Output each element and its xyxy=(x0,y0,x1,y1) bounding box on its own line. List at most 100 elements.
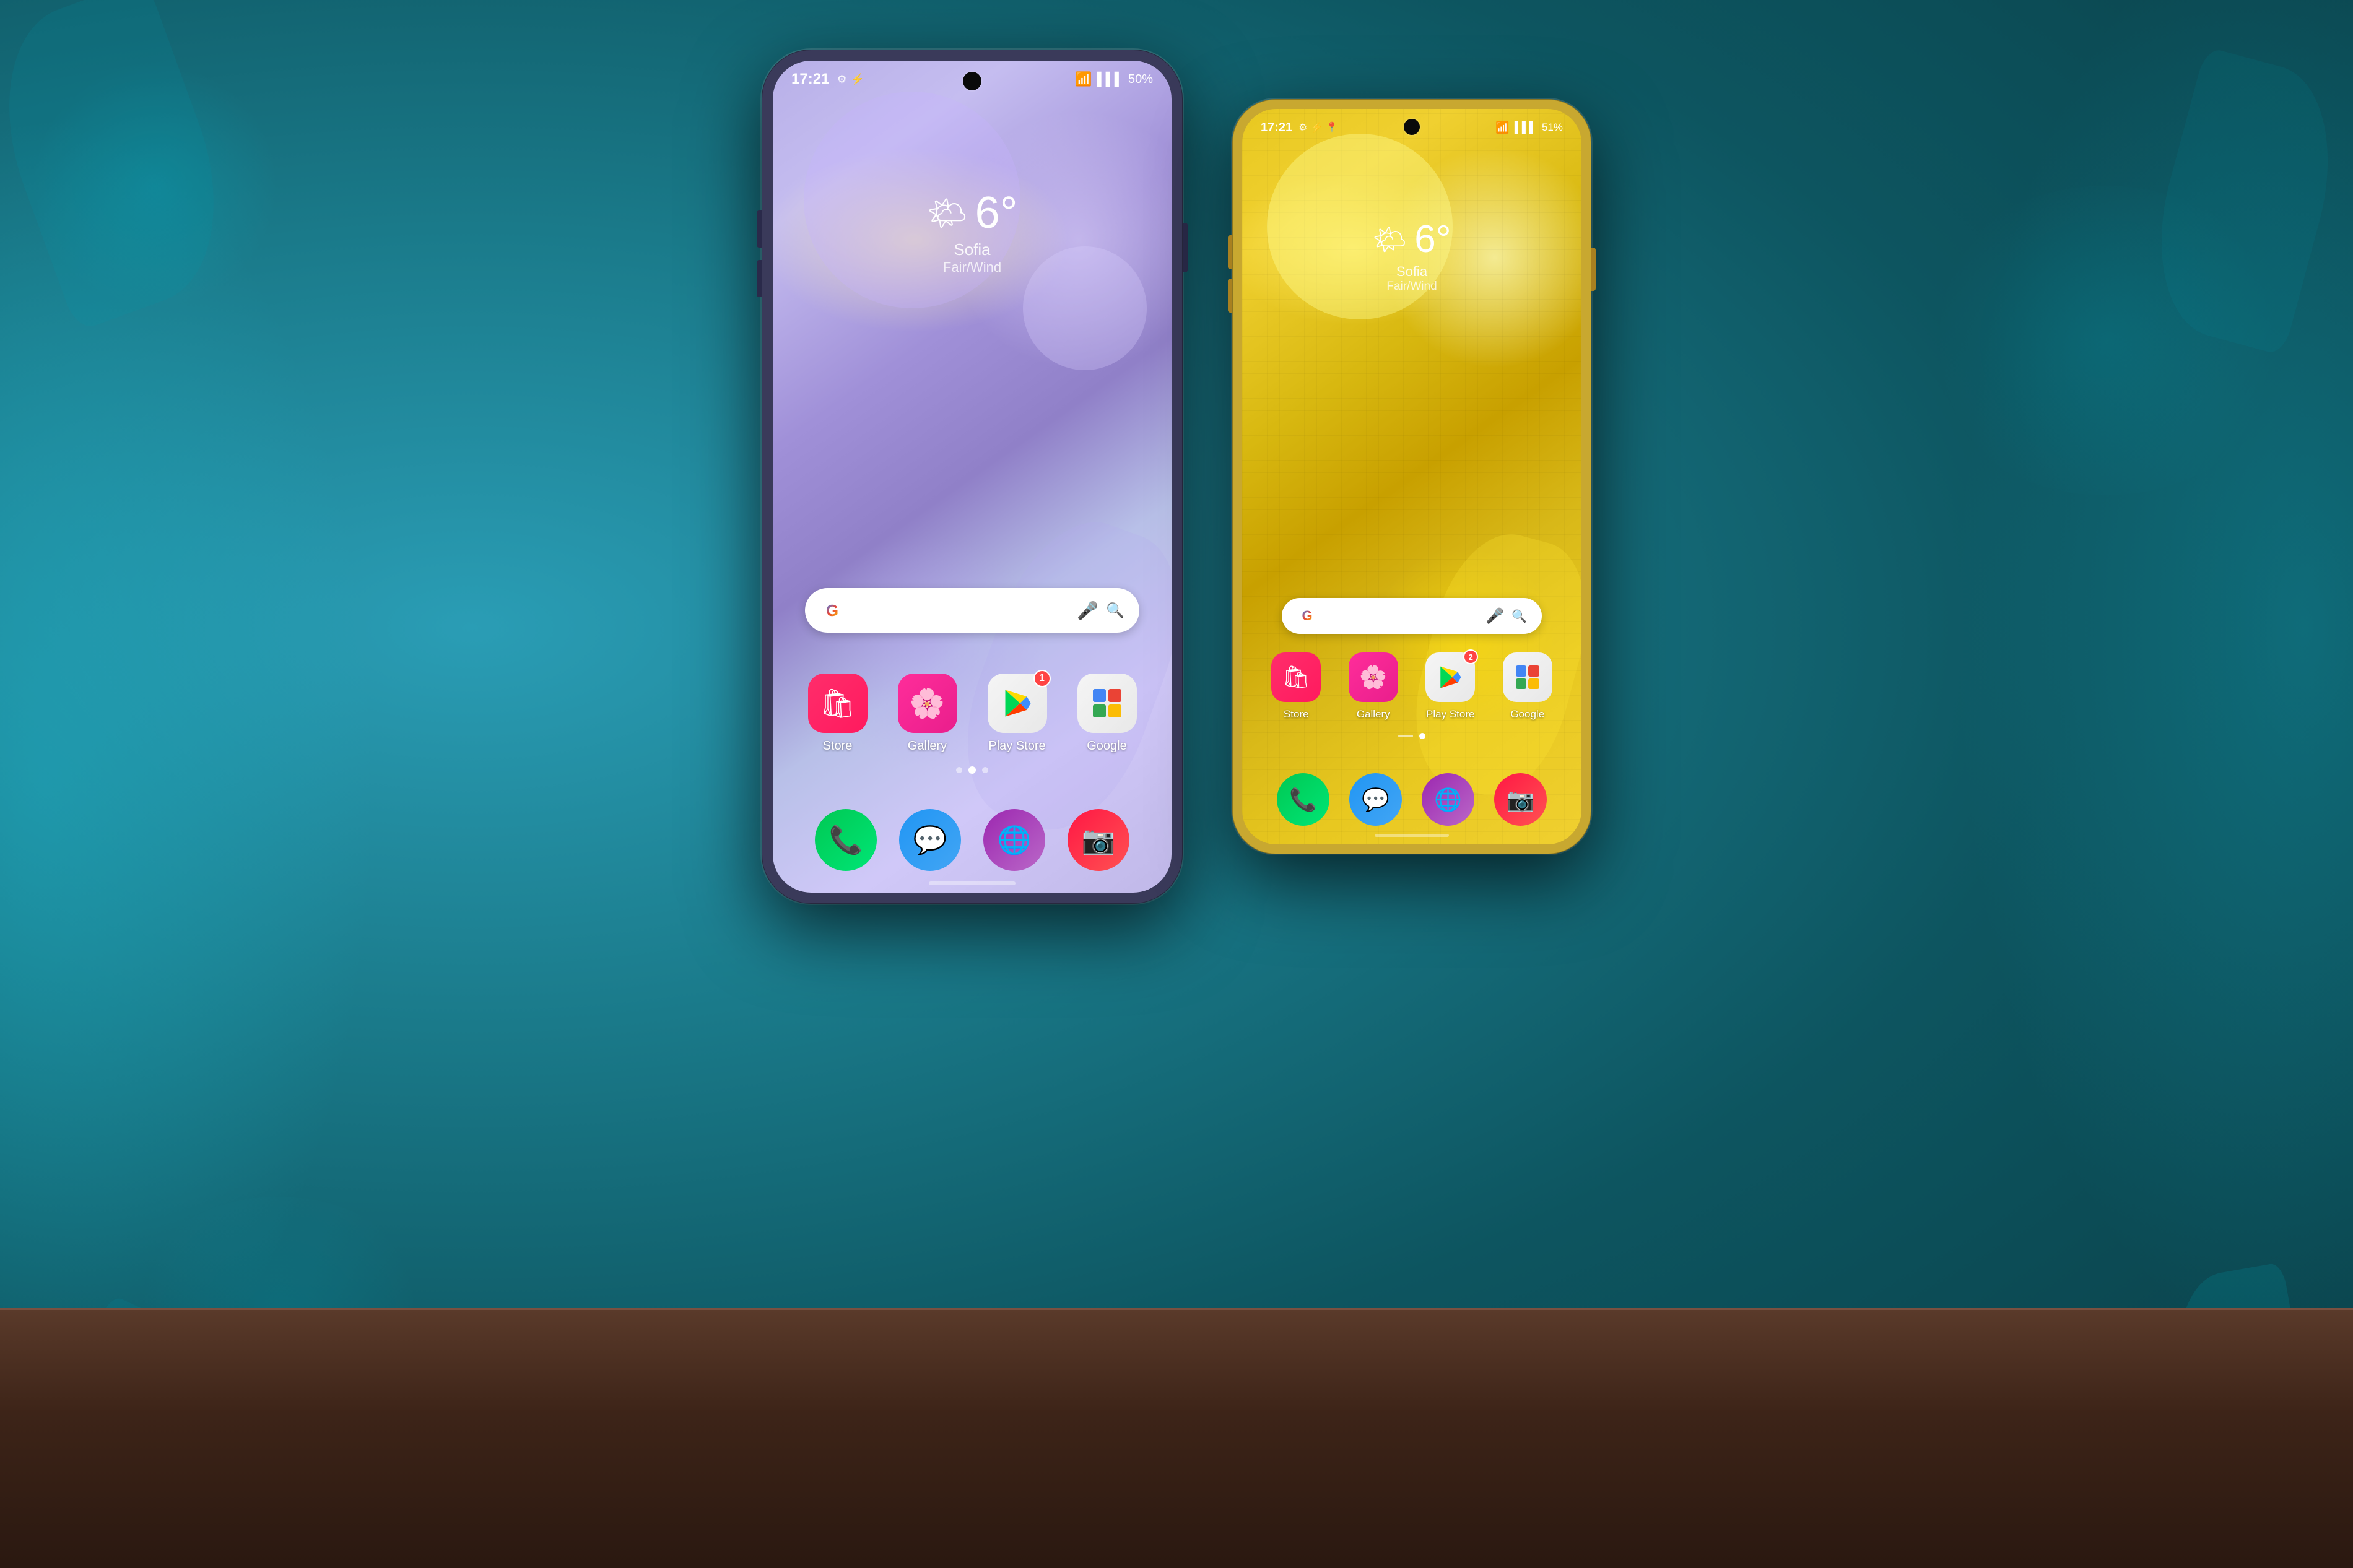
wallpaper-decoration xyxy=(1023,246,1147,370)
google-icon-left[interactable] xyxy=(1077,674,1137,733)
status-settings-icon-r: ⚙ xyxy=(1298,121,1307,134)
weather-icon-left: 🌤 xyxy=(927,194,968,232)
dock-camera-right[interactable]: 📷 xyxy=(1494,773,1547,826)
app-store-right[interactable]: 🛍 Store xyxy=(1262,652,1331,721)
mic-icon-left[interactable]: 🎤 xyxy=(1077,600,1098,621)
playstore-svg-right xyxy=(1437,664,1463,690)
app-playstore-right[interactable]: 2 Play Store xyxy=(1416,652,1485,721)
signal-icon: ▌▌▌ xyxy=(1097,72,1123,87)
lens-icon-left[interactable]: 🔍 xyxy=(1106,602,1124,620)
dock-phone-right[interactable]: 📞 xyxy=(1277,773,1329,826)
gallery-flower-icon-r: 🌸 xyxy=(1359,664,1387,690)
google-icon-right[interactable] xyxy=(1503,652,1552,702)
app-grid-right: 🛍 Store 🌸 Gallery xyxy=(1242,652,1581,721)
dock-messages-right[interactable]: 💬 xyxy=(1349,773,1402,826)
messages-icon-right[interactable]: 💬 xyxy=(1349,773,1402,826)
app-gallery-left[interactable]: 🌸 Gallery xyxy=(887,674,967,753)
phone-left: 17:21 ⚙ ⚡ 📶 ▌▌▌ 50% 🌤 6° Sofia xyxy=(762,50,1183,904)
page-dots-right xyxy=(1398,733,1425,739)
app-gallery-right[interactable]: 🌸 Gallery xyxy=(1339,652,1408,721)
wallpaper-purple: 17:21 ⚙ ⚡ 📶 ▌▌▌ 50% 🌤 6° Sofia xyxy=(773,61,1172,893)
weather-row-r: 🌤 6° xyxy=(1372,220,1451,259)
gallery-flower-icon: 🌸 xyxy=(910,687,945,721)
weather-row: 🌤 6° xyxy=(927,191,1018,235)
phones-container: 17:21 ⚙ ⚡ 📶 ▌▌▌ 50% 🌤 6° Sofia xyxy=(762,50,1591,904)
google-cell xyxy=(1108,704,1121,717)
app-google-left[interactable]: Google xyxy=(1067,674,1147,753)
google-cell xyxy=(1108,689,1121,702)
weather-condition-right: Fair/Wind xyxy=(1372,280,1451,293)
phone-icon-left[interactable]: 📞 xyxy=(815,809,877,871)
store-bag-icon-r: 🛍 xyxy=(1282,664,1310,690)
google-grid-left xyxy=(1093,689,1121,717)
google-cell-r xyxy=(1516,678,1527,690)
google-cell-r xyxy=(1528,678,1539,690)
volume-up-button xyxy=(757,210,762,248)
weather-city-left: Sofia xyxy=(927,240,1018,259)
camera-icon-right[interactable]: 📷 xyxy=(1494,773,1547,826)
status-location-icon-r: 📍 xyxy=(1326,121,1338,134)
phone-icon-right[interactable]: 📞 xyxy=(1277,773,1329,826)
power-button xyxy=(1183,223,1188,272)
playstore-badge-left: 1 xyxy=(1033,670,1051,687)
store-icon-left[interactable]: 🛍 xyxy=(808,674,868,733)
dock-internet-right[interactable]: 🌐 xyxy=(1422,773,1474,826)
battery-left: 50% xyxy=(1128,72,1153,87)
app-google-right[interactable]: Google xyxy=(1494,652,1562,721)
weather-icon-right: 🌤 xyxy=(1372,223,1407,256)
gallery-label-right: Gallery xyxy=(1357,708,1390,721)
mic-icon-right[interactable]: 🎤 xyxy=(1485,607,1504,625)
page-dots-left xyxy=(956,766,988,774)
status-settings-icon: ⚙ xyxy=(837,73,846,86)
lens-icon-right[interactable]: 🔍 xyxy=(1511,609,1527,624)
gallery-label-left: Gallery xyxy=(908,739,947,753)
store-bag-icon: 🛍 xyxy=(819,687,855,721)
phone-left-screen: 17:21 ⚙ ⚡ 📶 ▌▌▌ 50% 🌤 6° Sofia xyxy=(773,61,1172,893)
google-grid-right xyxy=(1516,665,1539,689)
status-charging-icon: ⚡ xyxy=(851,73,864,86)
volume-up-button-right xyxy=(1228,235,1232,269)
google-g-right: G xyxy=(1297,605,1318,626)
dock-camera-left[interactable]: 📷 xyxy=(1068,809,1129,871)
playstore-icon-container-left[interactable]: 1 xyxy=(988,674,1047,733)
signal-icon-r: ▌▌▌ xyxy=(1515,121,1537,134)
playstore-icon-container-right[interactable]: 2 xyxy=(1425,652,1475,702)
playstore-svg-left xyxy=(1001,687,1033,719)
google-label-right: Google xyxy=(1510,708,1544,721)
volume-down-button-right xyxy=(1228,279,1232,313)
wifi-icon-r: 📶 xyxy=(1495,121,1509,134)
weather-widget-left: 🌤 6° Sofia Fair/Wind xyxy=(927,191,1018,275)
store-label-right: Store xyxy=(1284,708,1309,721)
table-surface xyxy=(0,1308,2353,1568)
camera-icon-left[interactable]: 📷 xyxy=(1068,809,1129,871)
weather-temp-left: 6° xyxy=(975,191,1018,235)
phone-right-screen: 17:21 ⚙ ⚡ 📍 📶 ▌▌▌ 51% 🌤 6° xyxy=(1242,109,1581,844)
search-bar-right[interactable]: G 🎤 🔍 xyxy=(1282,598,1542,634)
google-label-left: Google xyxy=(1087,739,1127,753)
battery-right: 51% xyxy=(1542,121,1563,134)
dot-line xyxy=(1398,735,1413,737)
gallery-icon-right[interactable]: 🌸 xyxy=(1349,652,1398,702)
dock-phone-left[interactable]: 📞 xyxy=(815,809,877,871)
dock-messages-left[interactable]: 💬 xyxy=(899,809,961,871)
messages-icon-left[interactable]: 💬 xyxy=(899,809,961,871)
gallery-icon-left[interactable]: 🌸 xyxy=(898,674,957,733)
volume-down-button xyxy=(757,260,762,297)
app-store-left[interactable]: 🛍 Store xyxy=(798,674,877,753)
phone-right: 17:21 ⚙ ⚡ 📍 📶 ▌▌▌ 51% 🌤 6° xyxy=(1232,99,1591,854)
search-bar-left[interactable]: G 🎤 🔍 xyxy=(805,588,1139,633)
app-playstore-left[interactable]: 1 Play Store xyxy=(977,674,1057,753)
dock-left: 📞 💬 🌐 📷 xyxy=(773,797,1172,893)
status-time-left: 17:21 xyxy=(791,71,829,88)
store-icon-right[interactable]: 🛍 xyxy=(1271,652,1321,702)
app-grid-inner-r: 🛍 Store 🌸 Gallery xyxy=(1262,652,1562,721)
playstore-label-right: Play Store xyxy=(1426,708,1474,721)
app-grid-inner: 🛍 Store 🌸 Gallery xyxy=(798,674,1147,753)
weather-widget-right: 🌤 6° Sofia Fair/Wind xyxy=(1372,220,1451,293)
internet-icon-left[interactable]: 🌐 xyxy=(983,809,1045,871)
playstore-label-left: Play Store xyxy=(988,739,1045,753)
dock-right: 📞 💬 🌐 📷 xyxy=(1242,763,1581,844)
dock-internet-left[interactable]: 🌐 xyxy=(983,809,1045,871)
wifi-icon: 📶 xyxy=(1075,71,1092,87)
internet-icon-right[interactable]: 🌐 xyxy=(1422,773,1474,826)
